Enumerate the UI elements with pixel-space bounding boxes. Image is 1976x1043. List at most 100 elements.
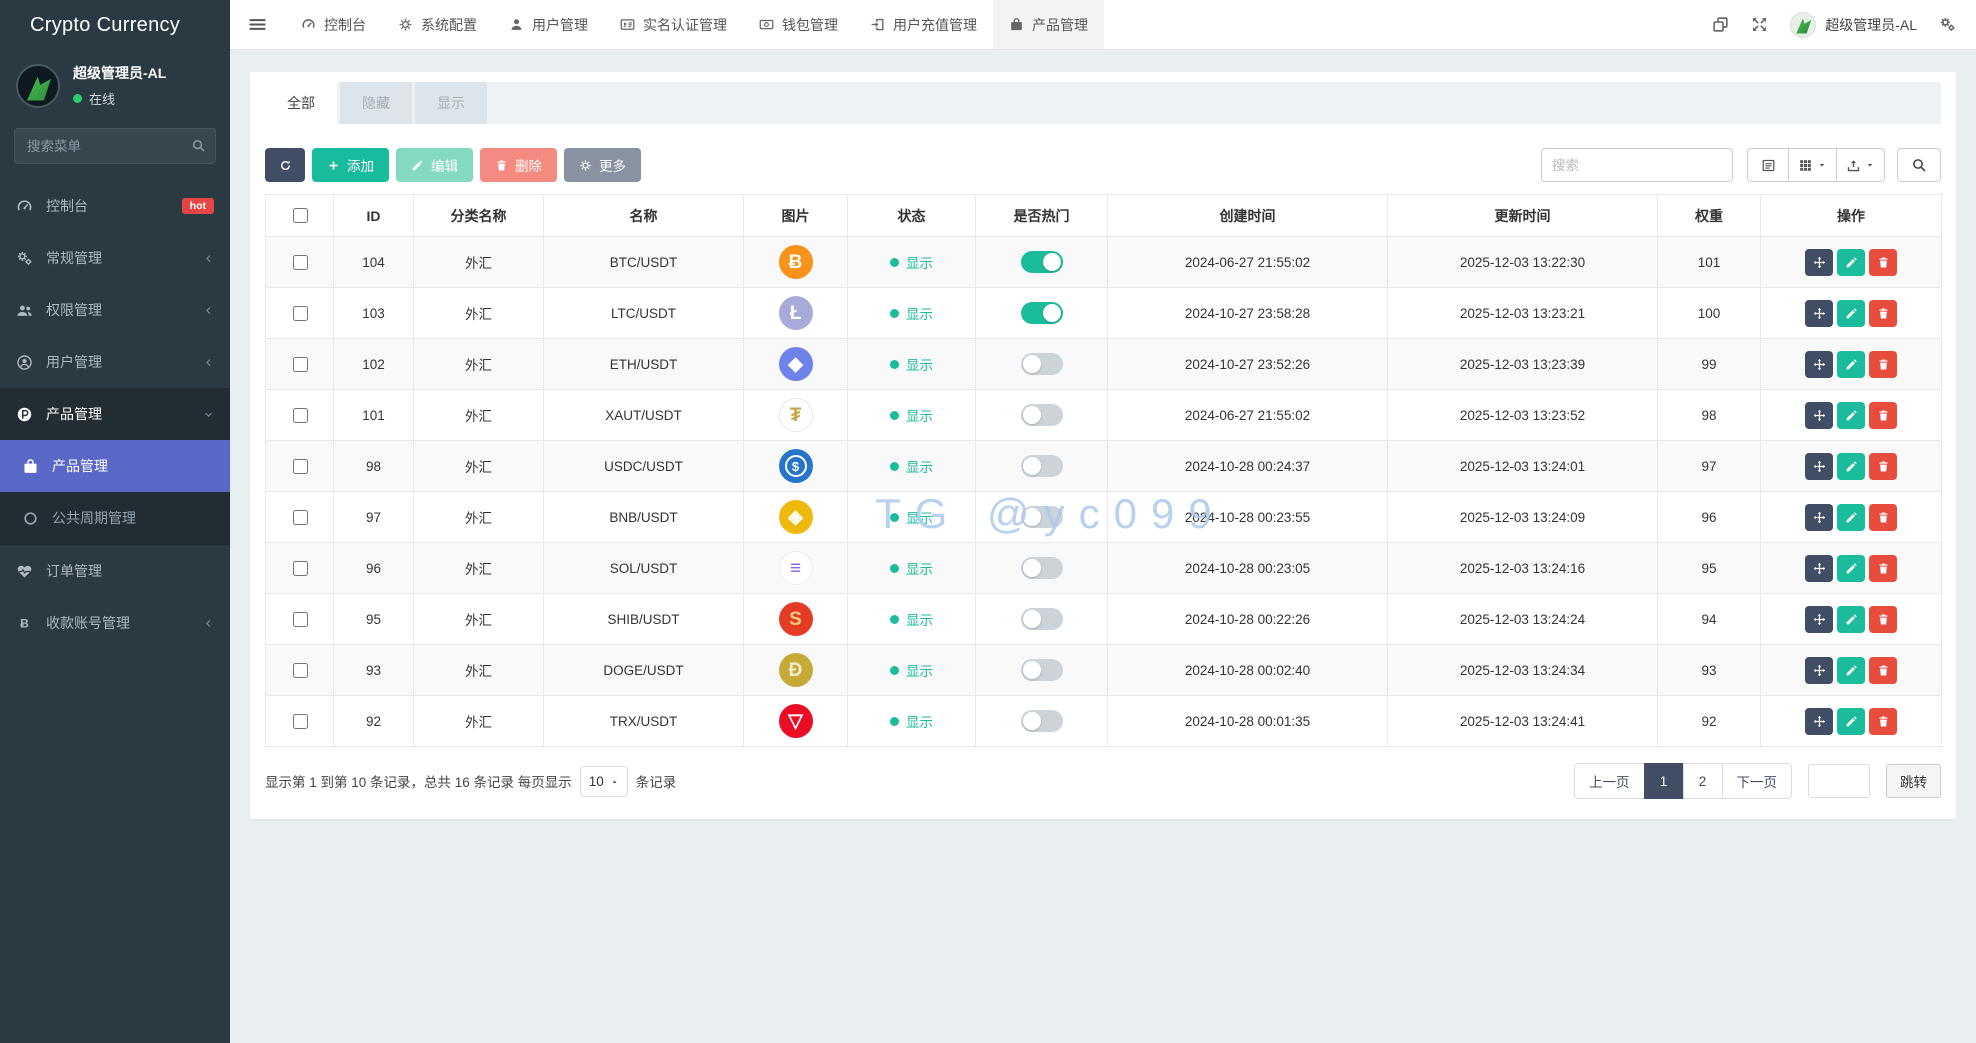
sidebar-item-public-cycle[interactable]: 公共周期管理 [0,492,230,544]
edit-button[interactable]: 编辑 [396,148,473,182]
clone-icon[interactable] [1712,16,1729,33]
coin-icon: S [779,602,813,636]
tab-shown[interactable]: 显示 [415,82,487,124]
row-checkbox[interactable] [293,561,308,576]
sidebar-item-product-parent[interactable]: 产品管理 [0,388,230,440]
row-checkbox[interactable] [293,714,308,729]
hot-toggle[interactable] [1021,404,1063,426]
cell-created: 2024-10-27 23:58:28 [1108,288,1388,339]
hot-toggle[interactable] [1021,353,1063,375]
coin-icon: Ƀ [779,245,813,279]
pencil-icon [1845,307,1858,320]
sidebar-item-users[interactable]: 用户管理 [0,336,230,388]
prev-page-button[interactable]: 上一页 [1574,763,1645,799]
topnav-item-user-manage[interactable]: 用户管理 [493,0,604,49]
table-search-input[interactable] [1541,148,1733,182]
edit-row-button[interactable] [1837,708,1865,735]
delete-row-button[interactable] [1869,657,1897,684]
move-row-button[interactable] [1805,351,1833,378]
sidebar-item-general[interactable]: 常规管理 [0,232,230,284]
edit-row-button[interactable] [1837,300,1865,327]
hot-toggle[interactable] [1021,710,1063,732]
table-row: 101外汇XAUT/USDT₮显示2024-06-27 21:55:022025… [266,390,1942,441]
hamburger-button[interactable] [230,0,285,49]
row-checkbox[interactable] [293,306,308,321]
delete-row-button[interactable] [1869,402,1897,429]
columns-button[interactable] [1788,148,1837,182]
delete-button[interactable]: 删除 [480,148,557,182]
row-checkbox[interactable] [293,459,308,474]
edit-row-button[interactable] [1837,504,1865,531]
delete-row-button[interactable] [1869,555,1897,582]
jump-button[interactable]: 跳转 [1886,764,1941,798]
refresh-button[interactable] [265,148,305,182]
fullscreen-icon[interactable] [1751,16,1768,33]
hot-toggle[interactable] [1021,455,1063,477]
add-button[interactable]: 添加 [312,148,389,182]
page-button-2[interactable]: 2 [1683,763,1723,799]
jump-page-input[interactable] [1808,764,1870,798]
delete-row-button[interactable] [1869,504,1897,531]
edit-row-button[interactable] [1837,249,1865,276]
move-row-button[interactable] [1805,402,1833,429]
topnav-item-recharge-manage[interactable]: 用户充值管理 [854,0,993,49]
topnav-item-system-config[interactable]: 系统配置 [382,0,493,49]
move-row-button[interactable] [1805,300,1833,327]
hot-toggle[interactable] [1021,608,1063,630]
topnav-item-product-manage[interactable]: 产品管理 [993,0,1104,49]
hot-toggle[interactable] [1021,506,1063,528]
move-row-button[interactable] [1805,453,1833,480]
edit-row-button[interactable] [1837,453,1865,480]
edit-row-button[interactable] [1837,555,1865,582]
sidebar-item-dashboard[interactable]: 控制台 hot [0,180,230,232]
delete-row-button[interactable] [1869,708,1897,735]
page-button-1[interactable]: 1 [1644,763,1684,799]
move-row-button[interactable] [1805,555,1833,582]
hot-toggle[interactable] [1021,251,1063,273]
page-size-select[interactable]: 10 [580,766,628,797]
edit-row-button[interactable] [1837,657,1865,684]
next-page-button[interactable]: 下一页 [1722,763,1793,799]
topnav-item-dashboard[interactable]: 控制台 [285,0,382,49]
hot-toggle[interactable] [1021,557,1063,579]
hot-toggle[interactable] [1021,659,1063,681]
move-row-button[interactable] [1805,249,1833,276]
topnav-item-kyc-manage[interactable]: 实名认证管理 [604,0,743,49]
select-all-checkbox[interactable] [293,208,308,223]
tab-hidden[interactable]: 隐藏 [340,82,412,124]
settings-cogs-icon[interactable] [1939,16,1956,33]
sidebar-item-payment-accounts[interactable]: 收款账号管理 [0,597,230,649]
search-submit-button[interactable] [1897,148,1941,182]
row-checkbox[interactable] [293,510,308,525]
sidebar-search-input[interactable] [14,128,216,164]
sidebar-item-orders[interactable]: 订单管理 [0,545,230,597]
row-checkbox[interactable] [293,408,308,423]
hot-toggle[interactable] [1021,302,1063,324]
row-checkbox[interactable] [293,255,308,270]
move-row-button[interactable] [1805,504,1833,531]
row-checkbox[interactable] [293,357,308,372]
delete-row-button[interactable] [1869,453,1897,480]
move-icon [1813,511,1826,524]
toggle-knob [1023,559,1041,577]
sidebar-item-product-manage[interactable]: 产品管理 [0,440,230,492]
row-checkbox[interactable] [293,663,308,678]
delete-row-button[interactable] [1869,300,1897,327]
sidebar-item-permission[interactable]: 权限管理 [0,284,230,336]
edit-row-button[interactable] [1837,402,1865,429]
delete-row-button[interactable] [1869,249,1897,276]
pagination-view-button[interactable] [1747,148,1789,182]
row-checkbox[interactable] [293,612,308,627]
edit-row-button[interactable] [1837,606,1865,633]
edit-row-button[interactable] [1837,351,1865,378]
tab-all[interactable]: 全部 [265,82,337,124]
topbar-user-menu[interactable]: 超级管理员-AL [1790,12,1917,38]
topnav-item-wallet-manage[interactable]: 钱包管理 [743,0,854,49]
export-button[interactable] [1836,148,1885,182]
delete-row-button[interactable] [1869,606,1897,633]
move-row-button[interactable] [1805,708,1833,735]
move-row-button[interactable] [1805,606,1833,633]
delete-row-button[interactable] [1869,351,1897,378]
move-row-button[interactable] [1805,657,1833,684]
more-button[interactable]: 更多 [564,148,641,182]
